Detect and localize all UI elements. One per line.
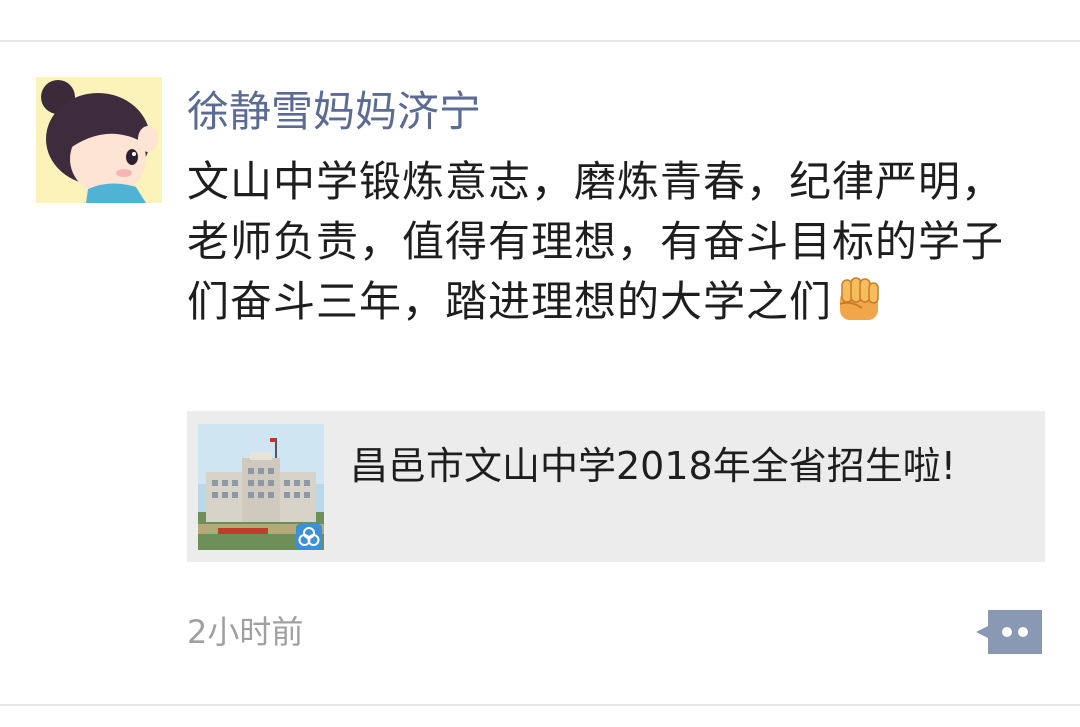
shared-link-card[interactable]: 昌邑市文山中学2018年全省招生啦! <box>187 411 1045 562</box>
avatar-illustration <box>36 77 162 203</box>
comment-bubble-icon <box>976 610 1042 654</box>
link-title: 昌邑市文山中学2018年全省招生啦! <box>350 444 956 488</box>
post-timestamp: 2小时前 <box>187 613 304 651</box>
top-divider <box>0 40 1080 42</box>
bottom-divider <box>0 704 1080 706</box>
avatar[interactable] <box>36 77 162 203</box>
post-text: 文山中学锻炼意志，磨炼青春，纪律严明，老师负责，值得有理想，有奋斗目标的学子们奋… <box>187 152 1017 332</box>
mini-program-icon <box>296 524 322 550</box>
fist-emoji-icon <box>832 274 886 328</box>
author-name[interactable]: 徐静雪妈妈济宁 <box>187 84 481 140</box>
link-thumbnail <box>198 424 324 550</box>
comment-button[interactable] <box>972 606 1046 658</box>
